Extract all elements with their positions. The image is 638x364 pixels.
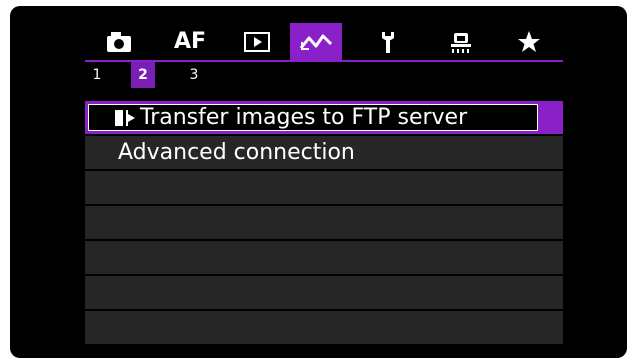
wireless-icon (299, 34, 333, 50)
menu-item-label: Advanced connection (118, 140, 355, 165)
wrench-icon (382, 31, 394, 53)
menu-item-label: Transfer images to FTP server (140, 105, 468, 130)
star-icon (518, 30, 540, 52)
menu-tab-bar: AF (85, 23, 563, 60)
camera-icon (107, 31, 131, 52)
menu-item-empty (85, 171, 563, 204)
selection-cursor: Transfer images to FTP server (88, 104, 538, 131)
subtab-2[interactable]: 2 (131, 62, 155, 88)
tab-custom[interactable] (435, 23, 487, 60)
tab-playback[interactable] (231, 23, 283, 60)
tab-setup[interactable] (362, 23, 414, 60)
tab-af[interactable]: AF (164, 23, 216, 60)
tab-mymenu[interactable] (503, 23, 555, 60)
custom-functions-icon (451, 32, 471, 53)
ftp-transfer-icon (114, 108, 136, 128)
tab-af-label: AF (173, 29, 207, 54)
menu-list: Transfer images to FTP server Advanced c… (85, 101, 563, 346)
menu-item-empty (85, 241, 563, 274)
tab-underline (85, 60, 563, 62)
menu-item-advanced-connection[interactable]: Advanced connection (85, 136, 563, 169)
menu-item-empty (85, 276, 563, 309)
tab-wireless[interactable] (290, 23, 342, 60)
menu-item-empty (85, 311, 563, 344)
subtab-3[interactable]: 3 (182, 62, 206, 88)
menu-item-ftp-transfer[interactable]: Transfer images to FTP server (85, 101, 563, 134)
tab-camera[interactable] (93, 23, 145, 60)
menu-item-empty (85, 206, 563, 239)
play-icon (244, 31, 270, 52)
subtab-1[interactable]: 1 (85, 62, 109, 88)
